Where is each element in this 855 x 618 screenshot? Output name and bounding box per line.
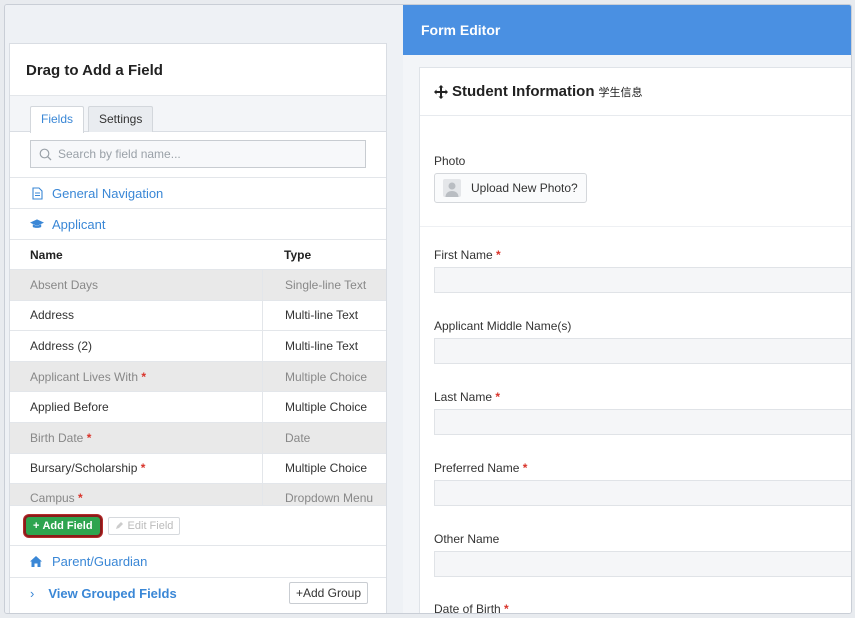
field-label-preferred-name: Preferred Name *	[434, 461, 527, 475]
nav-general-label: General Navigation	[52, 185, 164, 201]
avatar-icon	[443, 179, 461, 197]
table-row[interactable]: Campus * Dropdown Menu	[10, 484, 386, 507]
parent-guardian-label: Parent/Guardian	[52, 554, 148, 570]
add-group-label: Add Group	[302, 586, 361, 601]
plus-icon: +	[295, 586, 303, 601]
form-editor-header: Form Editor	[403, 5, 851, 55]
field-palette-card: Drag to Add a Field Fields Settings Sear…	[9, 43, 387, 613]
label-text: Last Name	[434, 390, 493, 404]
palette-tabs: Fields Settings	[10, 96, 386, 133]
field-name: Address	[30, 308, 75, 323]
field-name: Absent Days	[30, 277, 99, 292]
document-icon	[30, 186, 44, 200]
required-mark: *	[78, 491, 83, 506]
field-type: Multi-line Text	[262, 300, 386, 331]
label-text: Preferred Name	[434, 461, 520, 475]
field-divider	[420, 226, 851, 227]
label-text: Date of Birth	[434, 602, 501, 614]
field-name: Birth Date	[30, 430, 84, 445]
nav-general-navigation[interactable]: General Navigation	[10, 178, 386, 209]
label-text: Applicant Middle Name(s)	[434, 319, 572, 333]
plus-icon: +	[33, 519, 40, 532]
search-input[interactable]: Search by field name...	[30, 140, 366, 168]
label-text: First Name	[434, 248, 493, 262]
tab-settings[interactable]: Settings	[88, 106, 154, 132]
field-label-first-name: First Name *	[434, 248, 501, 262]
upload-photo-label: Upload New Photo?	[471, 181, 578, 195]
field-type: Multi-line Text	[262, 331, 386, 361]
table-row[interactable]: Address Multi-line Text	[10, 300, 386, 332]
field-type: Single-line Text	[262, 270, 386, 300]
edit-field-label: Edit Field	[127, 519, 174, 532]
field-type: Date	[262, 422, 386, 453]
table-row[interactable]: Bursary/Scholarship * Multiple Choice	[10, 453, 386, 485]
grouped-fields-label: View Grouped Fields	[48, 585, 177, 601]
preferred-name-field[interactable]	[434, 480, 851, 506]
add-field-label: Add Field	[42, 519, 93, 532]
edit-field-button[interactable]: Edit Field	[107, 516, 181, 535]
field-label-last-name: Last Name *	[434, 390, 500, 404]
photo-label: Photo	[434, 154, 466, 168]
required-mark: *	[496, 248, 501, 262]
search-placeholder: Search by field name...	[58, 147, 181, 161]
middle-name-field[interactable]	[434, 338, 851, 364]
field-name: Applicant Lives With	[30, 369, 139, 384]
form-canvas: Student Information 学生信息 Photo Upload Ne…	[419, 67, 851, 614]
table-row[interactable]: Address (2) Multi-line Text	[10, 331, 386, 362]
table-row[interactable]: Applicant Lives With * Multiple Choice	[10, 361, 386, 393]
graduation-cap-icon	[30, 218, 44, 230]
view-grouped-fields[interactable]: › View Grouped Fields +Add Group	[10, 578, 386, 608]
palette-title: Drag to Add a Field	[10, 44, 386, 96]
last-name-field[interactable]	[434, 409, 851, 435]
field-name: Applied Before	[30, 400, 109, 415]
required-mark: *	[522, 461, 528, 475]
app-window: Drag to Add a Field Fields Settings Sear…	[4, 4, 852, 614]
field-label-date-of-birth: Date of Birth *	[434, 602, 509, 614]
chevron-right-icon: ›	[30, 585, 35, 601]
search-row: Search by field name...	[10, 132, 386, 178]
field-label-other-name: Other Name	[434, 532, 499, 546]
add-group-button[interactable]: +Add Group	[288, 582, 368, 605]
field-name: Address (2)	[30, 338, 93, 353]
field-type: Multiple Choice	[262, 392, 386, 422]
table-row[interactable]: Absent Days Single-line Text	[10, 270, 386, 301]
field-type: Multiple Choice	[262, 453, 386, 484]
required-mark: *	[140, 461, 146, 476]
table-row[interactable]: Birth Date * Date	[10, 422, 386, 454]
field-type: Dropdown Menu	[262, 484, 386, 506]
field-name: Campus	[30, 491, 75, 506]
required-mark: *	[141, 369, 147, 384]
section-title: Student Information	[452, 83, 595, 100]
upload-photo-button[interactable]: Upload New Photo?	[434, 173, 587, 203]
required-mark: *	[504, 602, 509, 614]
tab-fields[interactable]: Fields	[30, 106, 85, 133]
fields-table-header: Name Type	[10, 240, 386, 270]
section-subtitle: 学生信息	[598, 86, 643, 99]
move-icon[interactable]	[434, 84, 448, 99]
label-text: Other Name	[434, 532, 500, 546]
field-palette-panel: Drag to Add a Field Fields Settings Sear…	[5, 5, 405, 613]
first-name-field[interactable]	[434, 267, 851, 293]
column-type: Type	[284, 247, 312, 262]
field-label-middle-name: Applicant Middle Name(s)	[434, 319, 571, 333]
add-field-button[interactable]: + Add Field	[26, 516, 100, 535]
pencil-icon	[115, 522, 123, 530]
table-row[interactable]: Applied Before Multiple Choice	[10, 392, 386, 423]
section-header[interactable]: Student Information 学生信息	[420, 68, 851, 116]
nav-applicant[interactable]: Applicant	[10, 209, 386, 240]
field-actions: + Add Field Edit Field	[10, 506, 386, 547]
required-mark: *	[495, 390, 501, 404]
column-name: Name	[30, 247, 63, 262]
field-name: Bursary/Scholarship	[30, 461, 138, 476]
field-type: Multiple Choice	[262, 361, 386, 392]
search-icon	[39, 148, 52, 160]
nav-applicant-label: Applicant	[52, 216, 106, 232]
other-name-field[interactable]	[434, 551, 851, 577]
required-mark: *	[86, 430, 92, 445]
form-editor-panel: Form Editor Student Information 学生信息 Pho…	[403, 5, 851, 614]
home-icon	[30, 556, 44, 568]
nav-parent-guardian[interactable]: Parent/Guardian	[10, 546, 386, 579]
